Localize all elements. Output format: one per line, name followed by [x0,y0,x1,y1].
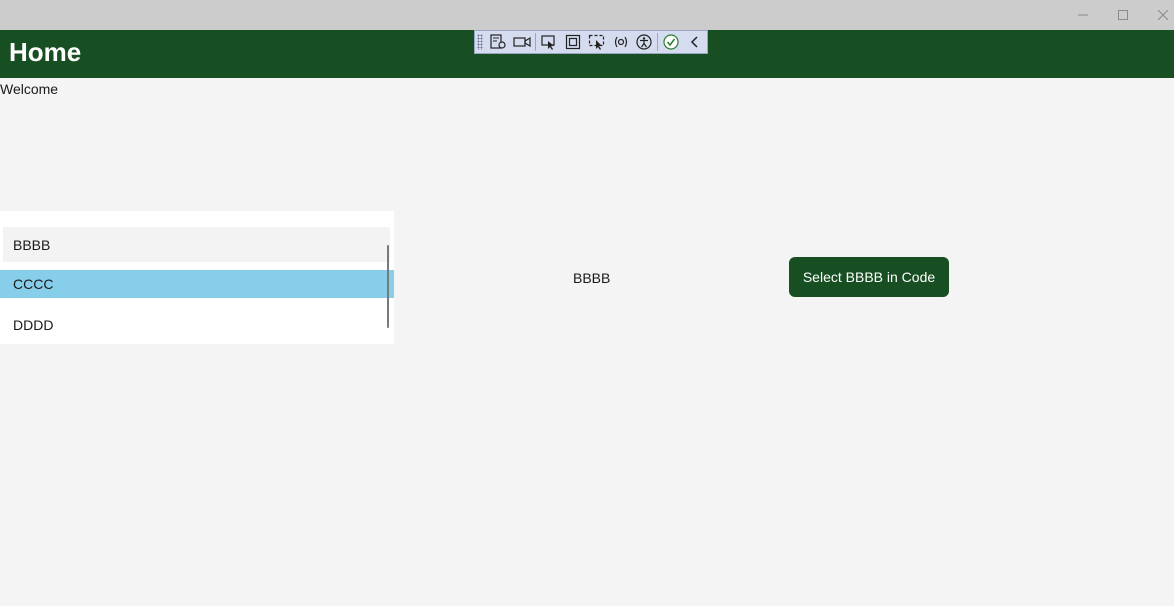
camera-button[interactable] [510,31,534,53]
page-title: Home [9,37,82,67]
selected-item-text: BBBB [573,270,611,286]
maximize-button[interactable] [1103,0,1143,30]
list-scrollbar[interactable] [387,245,389,328]
toolbar-separator [657,33,659,51]
minimize-button[interactable] [1063,0,1103,30]
accessibility-icon [636,34,653,50]
close-icon [1158,10,1168,20]
binding-failures-button[interactable] [609,31,633,53]
maximize-icon [1118,10,1128,20]
list-item-selected[interactable]: CCCC [0,270,394,298]
toolbar-grip-handle[interactable] [477,34,483,50]
item-listbox[interactable]: BBBB CCCC DDDD [0,211,394,344]
accessibility-button[interactable] [632,31,656,53]
binding-failures-icon [614,36,627,48]
track-focus-icon [588,34,604,50]
toolbar-separator [535,33,537,51]
display-layout-adorners-button[interactable] [561,31,585,53]
live-visual-tree-icon [490,34,507,49]
select-bbbb-button[interactable]: Select BBBB in Code [789,257,949,297]
check-button[interactable] [659,31,683,53]
minimize-icon [1078,14,1088,16]
list-item[interactable]: BBBB [3,227,390,262]
debug-toolbar [474,30,708,54]
collapse-chevron-icon [690,36,698,48]
check-icon [663,34,679,50]
track-focus-button[interactable] [585,31,609,53]
select-element-button[interactable] [537,31,561,53]
collapse-toolbar-button[interactable] [683,31,707,53]
camera-icon [513,36,531,48]
close-button[interactable] [1143,0,1174,30]
window-titlebar [0,0,1174,30]
list-item[interactable]: DDDD [0,310,390,340]
display-layout-adorners-icon [565,34,580,50]
live-visual-tree-button[interactable] [487,31,511,53]
select-element-icon [541,35,555,50]
welcome-text: Welcome [0,81,59,97]
